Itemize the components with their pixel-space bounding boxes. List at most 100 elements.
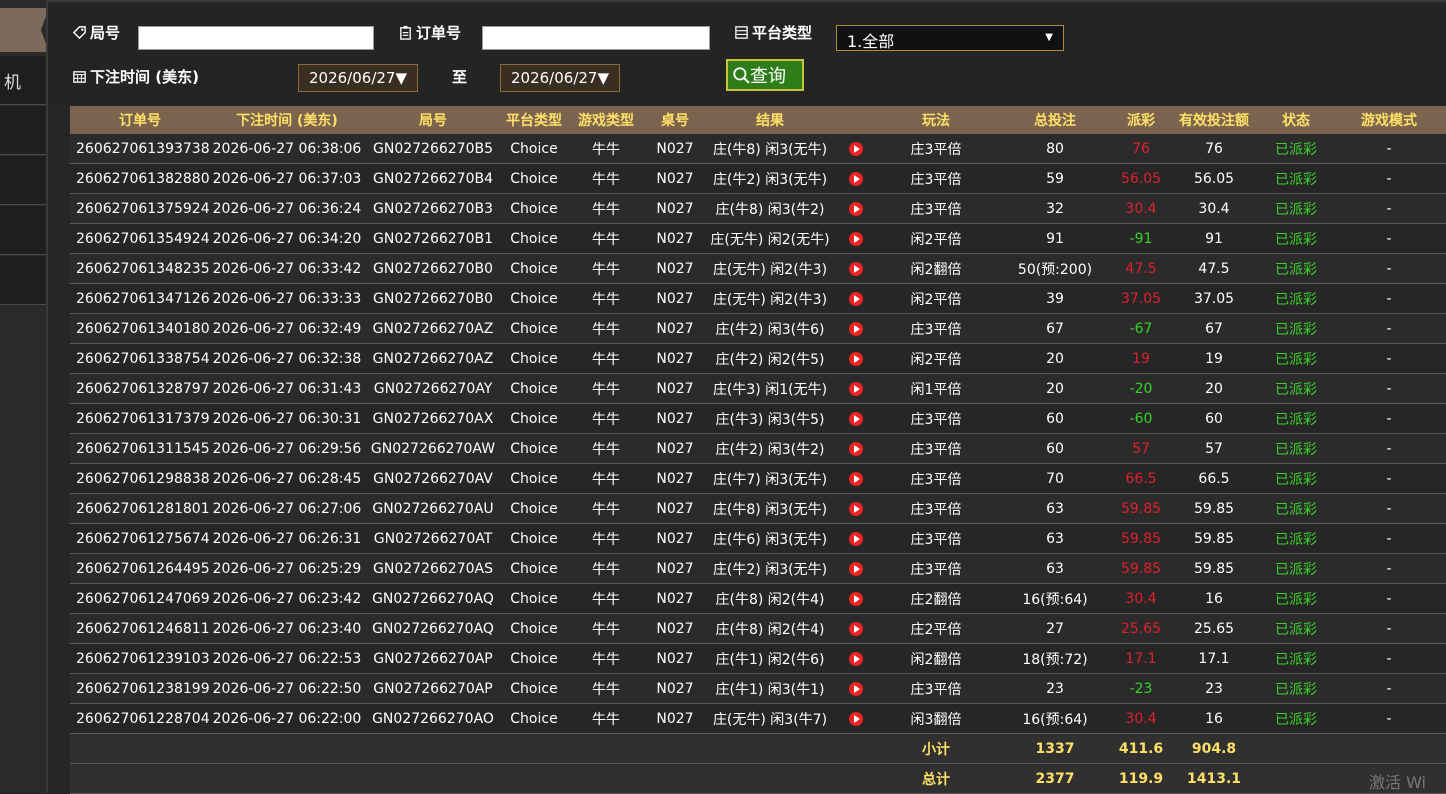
cell-order-no: 260627061340180 bbox=[70, 313, 210, 344]
cell-valid-bet: 59.85 bbox=[1168, 553, 1260, 584]
col-replay-header bbox=[836, 106, 876, 134]
order-label: 订单号 bbox=[416, 24, 462, 42]
cell-order-no: 260627061275674 bbox=[70, 523, 210, 554]
table-header-row: 订单号 下注时间 (美东) 局号 平台类型 游戏类型 桌号 结果 玩法 总投注 派彩 有效投注额 状态… bbox=[70, 106, 1446, 134]
cell-status: 已派彩 bbox=[1260, 193, 1332, 224]
round-input[interactable] bbox=[138, 26, 374, 50]
cell-game-type: 牛牛 bbox=[566, 433, 646, 464]
play-video-icon[interactable] bbox=[849, 291, 863, 306]
play-video-icon[interactable] bbox=[849, 561, 863, 576]
sidebar-active-tab[interactable] bbox=[0, 8, 49, 52]
date-to-picker[interactable]: 2026/06/27▼ bbox=[500, 64, 620, 92]
play-video-icon[interactable] bbox=[849, 411, 863, 426]
play-video-icon[interactable] bbox=[849, 501, 863, 516]
sidebar-item-label: 机 bbox=[4, 73, 21, 93]
cell-order-no: 260627061317379 bbox=[70, 403, 210, 434]
cell-bet-time: 2026-06-27 06:28:45 bbox=[210, 463, 364, 494]
subtotal-row-cell bbox=[502, 733, 566, 764]
cell-play: 庄3平倍 bbox=[876, 313, 996, 344]
platform-select[interactable]: 1.全部 ▼ bbox=[836, 25, 1064, 51]
to-label: 至 bbox=[452, 68, 468, 86]
cell-payout: 30.4 bbox=[1114, 703, 1168, 734]
sidebar-item-4[interactable] bbox=[0, 206, 46, 255]
total-row-cell bbox=[210, 763, 364, 794]
cell-round: GN027266270AQ bbox=[364, 613, 502, 644]
query-button[interactable]: 查询 bbox=[726, 59, 804, 91]
cell-total-bet: 39 bbox=[996, 283, 1114, 314]
total-row-cell bbox=[566, 763, 646, 794]
cell-valid-bet: 37.05 bbox=[1168, 283, 1260, 314]
cell-round: GN027266270B0 bbox=[364, 253, 502, 284]
cell-game-type: 牛牛 bbox=[566, 643, 646, 674]
cell-total-bet: 20 bbox=[996, 373, 1114, 404]
play-video-icon[interactable] bbox=[849, 441, 863, 456]
cell-total-bet: 20 bbox=[996, 343, 1114, 374]
cell-round: GN027266270AQ bbox=[364, 583, 502, 614]
cell-platform: Choice bbox=[502, 193, 566, 224]
cell-order-no: 260627061239103 bbox=[70, 643, 210, 674]
cell-payout: -23 bbox=[1114, 673, 1168, 704]
play-video-icon[interactable] bbox=[849, 591, 863, 606]
date-from-picker[interactable]: 2026/06/27▼ bbox=[298, 64, 418, 92]
total-row-valid-bet: 1413.1 bbox=[1168, 763, 1260, 794]
cell-result: 庄(无牛) 闲3(牛7) bbox=[704, 703, 836, 734]
order-input[interactable] bbox=[482, 26, 710, 50]
play-video-icon[interactable] bbox=[849, 381, 863, 396]
cell-round: GN027266270AP bbox=[364, 673, 502, 704]
cell-result: 庄(牛7) 闲3(无牛) bbox=[704, 463, 836, 494]
sidebar-item-2[interactable] bbox=[0, 106, 46, 155]
total-row-label: 总计 bbox=[876, 763, 996, 794]
play-video-icon[interactable] bbox=[849, 621, 863, 636]
play-video-icon[interactable] bbox=[849, 351, 863, 366]
subtotal-row: 小计 1337 411.6 904.8 bbox=[70, 733, 1446, 764]
cell-order-no: 260627061311545 bbox=[70, 433, 210, 464]
cell-play: 庄3平倍 bbox=[876, 673, 996, 704]
subtotal-row-cell bbox=[566, 733, 646, 764]
play-video-icon[interactable] bbox=[849, 681, 863, 696]
cell-table-no: N027 bbox=[646, 553, 704, 584]
cell-status: 已派彩 bbox=[1260, 223, 1332, 254]
cell-order-no: 260627061298838 bbox=[70, 463, 210, 494]
play-video-icon[interactable] bbox=[849, 231, 863, 246]
cell-result: 庄(牛8) 闲2(牛4) bbox=[704, 583, 836, 614]
play-video-icon[interactable] bbox=[849, 471, 863, 486]
cell-payout: 59.85 bbox=[1114, 493, 1168, 524]
play-video-icon[interactable] bbox=[849, 711, 863, 726]
cell-payout: 59.85 bbox=[1114, 553, 1168, 584]
cell-payout: 17.1 bbox=[1114, 643, 1168, 674]
play-video-icon[interactable] bbox=[849, 321, 863, 336]
play-video-icon[interactable] bbox=[849, 531, 863, 546]
play-video-icon[interactable] bbox=[849, 201, 863, 216]
cell-play: 闲2平倍 bbox=[876, 283, 996, 314]
sidebar-item-3[interactable] bbox=[0, 156, 46, 205]
cell-game-type: 牛牛 bbox=[566, 463, 646, 494]
play-video-icon[interactable] bbox=[849, 651, 863, 666]
cell-platform: Choice bbox=[502, 643, 566, 674]
sidebar-item-5[interactable] bbox=[0, 256, 46, 305]
play-video-icon[interactable] bbox=[849, 171, 863, 186]
cell-payout: -60 bbox=[1114, 403, 1168, 434]
table-row: 260627061281801 2026-06-27 06:27:06 GN0272… bbox=[70, 493, 1446, 524]
cell-round: GN027266270AY bbox=[364, 373, 502, 404]
cell-game-mode: - bbox=[1332, 134, 1446, 164]
table-row: 260627061238199 2026-06-27 06:22:50 GN0272… bbox=[70, 673, 1446, 704]
filter-bar: 局号 订单号 平台类型 1.全部 ▼ 下注时间 (美东) 2026/06/27▼… bbox=[48, 0, 1446, 106]
cell-order-no: 260627061238199 bbox=[70, 673, 210, 704]
cell-platform: Choice bbox=[502, 553, 566, 584]
sidebar-item-1[interactable]: 机 bbox=[0, 56, 46, 105]
cell-valid-bet: 59.85 bbox=[1168, 523, 1260, 554]
cell-result: 庄(牛8) 闲3(牛2) bbox=[704, 193, 836, 224]
cell-game-type: 牛牛 bbox=[566, 134, 646, 164]
replay-cell bbox=[836, 313, 876, 344]
replay-cell bbox=[836, 463, 876, 494]
play-video-icon[interactable] bbox=[849, 141, 863, 156]
subtotal-row-cell bbox=[364, 733, 502, 764]
replay-cell bbox=[836, 403, 876, 434]
cell-total-bet: 23 bbox=[996, 673, 1114, 704]
table-row: 260627061382880 2026-06-27 06:37:03 GN0272… bbox=[70, 163, 1446, 194]
cell-game-mode: - bbox=[1332, 253, 1446, 284]
total-row: 总计 2377 119.9 1413.1 bbox=[70, 763, 1446, 794]
subtotal-row-cell bbox=[210, 733, 364, 764]
cell-total-bet: 70 bbox=[996, 463, 1114, 494]
play-video-icon[interactable] bbox=[849, 261, 863, 276]
